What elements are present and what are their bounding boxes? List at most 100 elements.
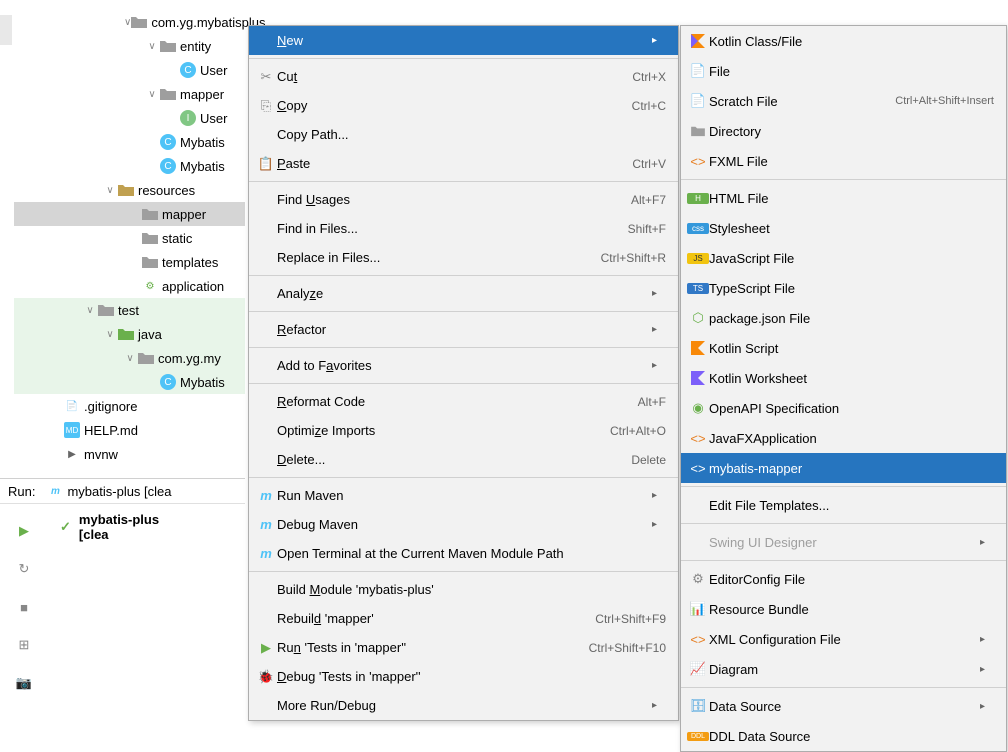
expand-icon[interactable]: ∨ — [82, 305, 98, 316]
submenu-kotlin-script[interactable]: Kotlin Script — [681, 333, 1006, 363]
tree-label: User — [200, 63, 227, 78]
tree-row[interactable]: ∨ com.yg.my — [14, 346, 245, 370]
menu-run-tests[interactable]: ▶ Run 'Tests in 'mapper'' Ctrl+Shift+F10 — [249, 633, 678, 662]
submenu-ddl[interactable]: DDL DDL Data Source — [681, 721, 1006, 751]
tree-row-selected[interactable]: mapper — [14, 202, 245, 226]
submenu-data-source[interactable]: 🗄 Data Source ▸ — [681, 691, 1006, 721]
tree-row[interactable]: 📄 .gitignore — [14, 394, 245, 418]
submenu-kotlin-worksheet[interactable]: Kotlin Worksheet — [681, 363, 1006, 393]
database-icon: 🗄 — [687, 698, 709, 714]
menu-refactor[interactable]: Refactor ▸ — [249, 315, 678, 344]
tree-row[interactable]: C Mybatis — [14, 154, 245, 178]
arrow-right-icon: ▸ — [980, 537, 994, 548]
tree-label: mapper — [162, 207, 206, 222]
submenu-file[interactable]: 📄 File — [681, 56, 1006, 86]
tree-row[interactable]: ▶ mvnw — [14, 442, 245, 466]
submenu-html[interactable]: H HTML File — [681, 183, 1006, 213]
menu-build-module[interactable]: Build Module 'mybatis-plus' — [249, 575, 678, 604]
tree-row[interactable]: templates — [14, 250, 245, 274]
tree-label: templates — [162, 255, 218, 270]
shortcut: Ctrl+C — [632, 99, 666, 113]
shortcut: Ctrl+Shift+F10 — [589, 641, 666, 655]
tree-row[interactable]: I User — [14, 106, 245, 130]
ts-icon: TS — [687, 283, 709, 294]
shortcut: Ctrl+X — [632, 70, 666, 84]
submenu-openapi[interactable]: ◉ OpenAPI Specification — [681, 393, 1006, 423]
tree-row[interactable]: ∨ com.yg.mybatisplus — [14, 10, 245, 34]
expand-icon[interactable]: ∨ — [144, 89, 160, 100]
submenu-diagram[interactable]: 📈 Diagram ▸ — [681, 654, 1006, 684]
submenu-stylesheet[interactable]: css Stylesheet — [681, 213, 1006, 243]
menu-cut[interactable]: ✂ Cut Ctrl+X — [249, 62, 678, 91]
stop-icon[interactable]: ■ — [14, 597, 34, 617]
submenu-resource-bundle[interactable]: 📊 Resource Bundle — [681, 594, 1006, 624]
run-icon[interactable]: ▶ — [14, 521, 34, 541]
tree-row[interactable]: MD HELP.md — [14, 418, 245, 442]
expand-icon[interactable]: ∨ — [102, 329, 118, 340]
submenu-package-json[interactable]: ⬡ package.json File — [681, 303, 1006, 333]
tree-row[interactable]: static — [14, 226, 245, 250]
tree-row[interactable]: ∨ java — [14, 322, 245, 346]
menu-new[interactable]: New ▸ — [249, 26, 678, 55]
submenu-editorconfig[interactable]: ⚙ EditorConfig File — [681, 564, 1006, 594]
submenu-swing[interactable]: Swing UI Designer ▸ — [681, 527, 1006, 557]
tree-row[interactable]: C Mybatis — [14, 130, 245, 154]
tree-row[interactable]: ∨ entity — [14, 34, 245, 58]
resources-icon — [118, 182, 134, 198]
menu-optimize[interactable]: Optimize Imports Ctrl+Alt+O — [249, 416, 678, 445]
menu-more-run[interactable]: More Run/Debug ▸ — [249, 691, 678, 720]
run-header: Run: m mybatis-plus [clea — [0, 479, 245, 504]
menu-run-maven[interactable]: m Run Maven ▸ — [249, 481, 678, 510]
menu-analyze[interactable]: Analyze ▸ — [249, 279, 678, 308]
npm-icon: ⬡ — [687, 310, 709, 326]
menu-find-in-files[interactable]: Find in Files... Shift+F — [249, 214, 678, 243]
submenu-edit-templates[interactable]: Edit File Templates... — [681, 490, 1006, 520]
xml-icon: <> — [687, 154, 709, 169]
package-icon — [160, 86, 176, 102]
submenu-scratch[interactable]: 📄 Scratch File Ctrl+Alt+Shift+Insert — [681, 86, 1006, 116]
menu-rebuild[interactable]: Rebuild 'mapper' Ctrl+Shift+F9 — [249, 604, 678, 633]
arrow-right-icon: ▸ — [652, 35, 666, 46]
expand-icon[interactable]: ∨ — [124, 17, 131, 28]
bundle-icon: 📊 — [687, 601, 709, 617]
tree-row[interactable]: ∨ mapper — [14, 82, 245, 106]
layout-icon[interactable]: ⊞ — [14, 635, 34, 655]
menu-copy[interactable]: ⎘ Copy Ctrl+C — [249, 91, 678, 120]
submenu-javascript[interactable]: JS JavaScript File — [681, 243, 1006, 273]
menu-copy-path[interactable]: Copy Path... — [249, 120, 678, 149]
expand-icon[interactable]: ∨ — [122, 353, 138, 364]
menu-favorites[interactable]: Add to Favorites ▸ — [249, 351, 678, 380]
menu-replace-in-files[interactable]: Replace in Files... Ctrl+Shift+R — [249, 243, 678, 272]
menu-paste[interactable]: 📋 Paste Ctrl+V — [249, 149, 678, 178]
menu-delete[interactable]: Delete... Delete — [249, 445, 678, 474]
run-config: mybatis-plus [clea — [67, 484, 171, 499]
tree-row[interactable]: ∨ test — [14, 298, 245, 322]
arrow-right-icon: ▸ — [652, 519, 666, 530]
tree-row[interactable]: C User — [14, 58, 245, 82]
bug-icon: 🐞 — [255, 669, 277, 685]
submenu-xml-config[interactable]: <> XML Configuration File ▸ — [681, 624, 1006, 654]
menu-debug-tests[interactable]: 🐞 Debug 'Tests in 'mapper'' — [249, 662, 678, 691]
rerun-icon[interactable]: ↻ — [14, 559, 34, 579]
submenu-typescript[interactable]: TS TypeScript File — [681, 273, 1006, 303]
menu-reformat[interactable]: Reformat Code Alt+F — [249, 387, 678, 416]
menu-open-terminal[interactable]: m Open Terminal at the Current Maven Mod… — [249, 539, 678, 568]
scratch-icon: 📄 — [687, 93, 709, 109]
camera-icon[interactable]: 📷 — [14, 673, 34, 693]
expand-icon[interactable]: ∨ — [102, 185, 118, 196]
sidebar-tab[interactable] — [0, 15, 12, 45]
ddl-icon: DDL — [687, 732, 709, 741]
editorconfig-icon: ⚙ — [687, 571, 709, 587]
menu-debug-maven[interactable]: m Debug Maven ▸ — [249, 510, 678, 539]
tree-row[interactable]: C Mybatis — [14, 370, 245, 394]
submenu-fxml[interactable]: <> FXML File — [681, 146, 1006, 176]
expand-icon[interactable]: ∨ — [144, 41, 160, 52]
submenu-mybatis-mapper[interactable]: <> mybatis-mapper — [681, 453, 1006, 483]
tree-row[interactable]: ∨ resources — [14, 178, 245, 202]
shortcut: Alt+F7 — [631, 193, 666, 207]
submenu-javafx[interactable]: <> JavaFXApplication — [681, 423, 1006, 453]
submenu-directory[interactable]: Directory — [681, 116, 1006, 146]
submenu-kotlin-class[interactable]: Kotlin Class/File — [681, 26, 1006, 56]
menu-find-usages[interactable]: Find Usages Alt+F7 — [249, 185, 678, 214]
tree-row[interactable]: ⚙ application — [14, 274, 245, 298]
